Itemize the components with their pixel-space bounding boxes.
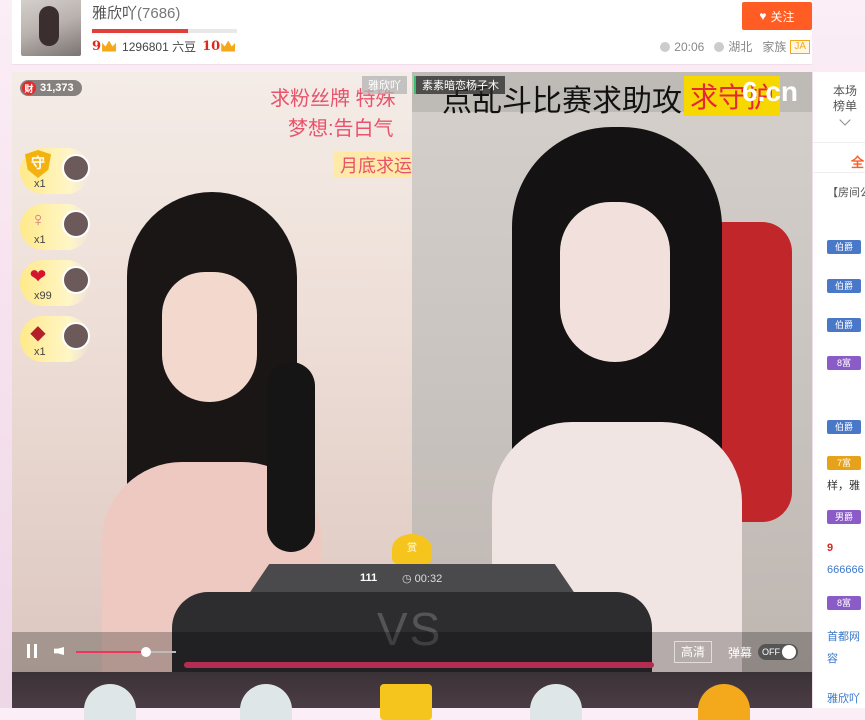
crown-icon xyxy=(102,40,117,52)
site-logo: 6.cn xyxy=(742,76,799,107)
gift-slot[interactable] xyxy=(240,684,292,720)
left-overlay-line2: 梦想:告白气 xyxy=(288,118,394,140)
gift-item: ♀ x1 xyxy=(20,204,102,252)
user-rank-badge: 7富 xyxy=(827,456,861,470)
clock-icon xyxy=(660,41,671,52)
gift-count: x99 xyxy=(34,290,52,302)
tab-all[interactable]: 全 xyxy=(851,152,864,171)
level-next: 10 xyxy=(202,39,236,54)
pause-icon[interactable] xyxy=(26,644,40,658)
ranking-sidebar: 本场 榜单 全 【房间公 伯爵伯爵伯爵8富伯爵7富男爵8富 样，雅 9 6666… xyxy=(812,72,865,708)
gift-count: x1 xyxy=(34,234,46,246)
follow-button[interactable]: ♥ 关注 xyxy=(742,2,812,30)
crown-icon xyxy=(221,40,236,52)
gift-feed: 守 x1 ♀ x1 ❤ x99 ◆ x1 xyxy=(20,148,102,364)
pk-time: ◷ 00:32 xyxy=(402,573,443,585)
gift-item: ❤ x99 xyxy=(20,260,102,308)
chevron-down-icon xyxy=(839,114,851,126)
user-rank-badge: 伯爵 xyxy=(827,420,861,434)
sender-avatar[interactable] xyxy=(62,210,90,238)
sender-avatar[interactable] xyxy=(62,266,90,294)
user-rank-badge: 伯爵 xyxy=(827,279,861,293)
sender-avatar[interactable] xyxy=(62,322,90,350)
user-rank-badge: 伯爵 xyxy=(827,318,861,332)
heart-icon: ♥ xyxy=(759,9,767,23)
left-overlay-line3: 月底求运 xyxy=(334,152,418,178)
player-controls: 高清 弹幕 OFF xyxy=(12,632,812,672)
room-header: 雅欣吖(7686) 9 1296801 六豆 10 ♥ 关注 20:06 湖北 家… xyxy=(12,0,812,65)
volume-slider[interactable] xyxy=(76,647,176,657)
chat-text: 样，雅 xyxy=(827,480,860,492)
level-row: 9 1296801 六豆 10 xyxy=(92,37,236,55)
room-meta: 20:06 湖北 家族 JA xyxy=(660,38,810,55)
right-name-tag[interactable]: 素素暗恋杨子木 xyxy=(414,76,505,94)
chat-level: 9 xyxy=(827,542,834,554)
level-current: 9 xyxy=(92,39,117,54)
shield-icon: 守 xyxy=(25,150,51,178)
left-name-tag: 雅欣吖 xyxy=(362,76,407,94)
user-rank-badge: 男爵 xyxy=(827,510,861,524)
level-progress-fill xyxy=(92,29,188,33)
beans-count: 1296801 六豆 xyxy=(122,39,197,54)
car-icon: ◆ xyxy=(30,321,46,344)
user-rank-badge: 8富 xyxy=(827,356,861,370)
live-time: 20:06 xyxy=(674,39,705,54)
room-id: (7686) xyxy=(137,5,181,22)
chat-text: 容 xyxy=(827,653,838,665)
danmaku-toggle[interactable]: OFF xyxy=(758,644,798,660)
family-label: 家族 xyxy=(762,40,787,54)
reward-icon[interactable]: 赏 xyxy=(392,534,432,564)
wealth-icon: 财 xyxy=(22,81,36,95)
danmaku-label: 弹幕 xyxy=(728,646,753,660)
anchor-name-text: 雅欣吖 xyxy=(92,5,138,22)
video-player[interactable]: 求粉丝牌 特殊 梦想:告白气 月底求运 点乱斗比赛求助攻 求守护 6.cn 雅欣… xyxy=(12,72,812,672)
chat-text: 首都网 xyxy=(827,631,860,643)
gift-slot[interactable] xyxy=(84,684,136,720)
anchor-avatar[interactable] xyxy=(21,0,81,56)
wealth-counter: 财 31,373 xyxy=(20,80,82,96)
level-progress-bar xyxy=(92,29,237,33)
rank-toggle[interactable]: 本场 榜单 xyxy=(813,72,865,143)
lips-icon: ❤ xyxy=(29,265,47,288)
location-icon xyxy=(714,41,725,52)
gift-bar xyxy=(12,672,812,720)
volume-fill xyxy=(76,651,146,653)
pk-score: 111 xyxy=(360,572,378,584)
microphone xyxy=(267,362,315,552)
star-gift-icon[interactable] xyxy=(380,684,432,720)
room-notice: 【房间公 xyxy=(827,187,865,199)
gift-item: 守 x1 xyxy=(20,148,102,196)
gift-count: x1 xyxy=(34,346,46,358)
chat-text: 666666 xyxy=(827,564,864,576)
gift-slot[interactable] xyxy=(530,684,582,720)
sender-avatar[interactable] xyxy=(62,154,90,182)
chat-user[interactable]: 雅欣吖 xyxy=(827,690,860,706)
user-rank-badge: 8富 xyxy=(827,596,861,610)
user-rank-badge: 伯爵 xyxy=(827,240,861,254)
doll-icon: ♀ xyxy=(30,208,46,231)
quality-button[interactable]: 高清 xyxy=(674,641,713,663)
volume-knob[interactable] xyxy=(141,647,151,657)
gift-count: x1 xyxy=(34,178,46,190)
gift-item: ◆ x1 xyxy=(20,316,102,364)
location: 湖北 xyxy=(728,40,753,54)
anchor-name: 雅欣吖(7686) xyxy=(92,2,180,23)
volume-icon[interactable] xyxy=(54,644,70,658)
crown-gift-icon[interactable] xyxy=(698,684,750,720)
family-badge[interactable]: JA xyxy=(790,39,810,54)
